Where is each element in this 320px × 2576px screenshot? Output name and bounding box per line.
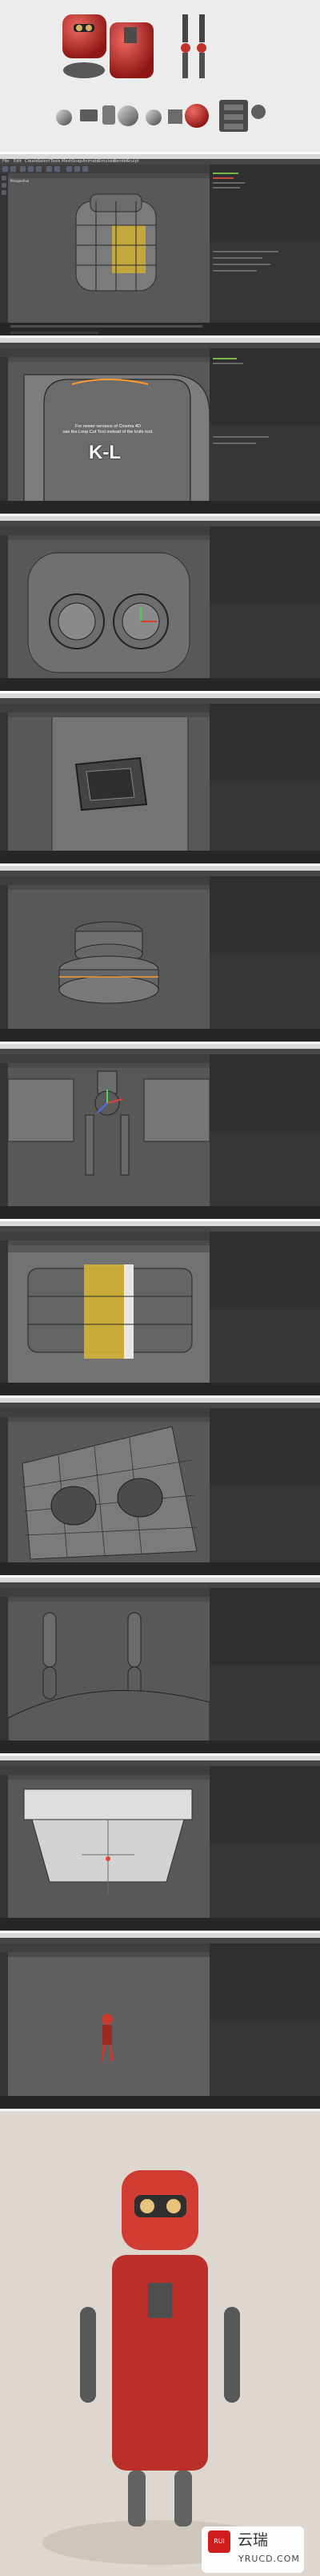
screenshot-6 [0, 1042, 320, 1219]
render-icon[interactable] [46, 166, 52, 172]
pen-icon[interactable] [74, 166, 80, 172]
viewport[interactable] [8, 1775, 210, 1918]
menu-sculpt[interactable]: Sculpt [126, 159, 139, 165]
render-settings-icon[interactable] [54, 166, 60, 172]
viewport[interactable]: Perspective [8, 173, 210, 323]
screenshot-11 [0, 1931, 320, 2109]
scale-icon[interactable] [28, 166, 34, 172]
screenshot-2: For newer versions of Cinema 4D use the … [0, 335, 320, 514]
screenshot-1: File Edit Create Select Tools Mesh Snap … [0, 152, 320, 335]
watermark-badge: RUI [208, 2530, 230, 2553]
red-body [110, 22, 154, 78]
screenshot-3 [0, 514, 320, 691]
move-icon[interactable] [20, 166, 26, 172]
menu-snap[interactable]: Snap [72, 159, 82, 165]
tutorial-collage: { "app": { "title": "CINEMA 4D", "menus"… [0, 0, 320, 2576]
edges-mode-icon[interactable] [2, 183, 6, 188]
red-head [62, 14, 106, 78]
undo-icon[interactable] [2, 166, 8, 172]
viewport[interactable] [8, 1597, 210, 1740]
tip-line-2: use the Loop Cut Tool instead of the kni… [62, 430, 154, 435]
menu-animate[interactable]: Animate [82, 159, 99, 165]
screenshot-10 [0, 1753, 320, 1931]
points-mode-icon[interactable] [2, 176, 6, 181]
viewport[interactable] [8, 712, 210, 851]
redo-icon[interactable] [10, 166, 16, 172]
menu-mesh[interactable]: Mesh [62, 159, 72, 165]
menu-edit[interactable]: Edit [14, 159, 22, 165]
viewport-model [75, 193, 157, 292]
rotate-icon[interactable] [36, 166, 42, 172]
tip-line-1: For newer versions of Cinema 4D [75, 424, 141, 429]
screenshot-4 [0, 691, 320, 863]
attribute-manager[interactable] [210, 243, 320, 323]
menu-create[interactable]: Create [25, 159, 38, 165]
screenshot-7 [0, 1219, 320, 1395]
viewport-header [8, 173, 210, 178]
viewport[interactable] [8, 1952, 210, 2096]
menu-bar: File Edit Create Select Tools Mesh Snap … [0, 159, 320, 165]
viewport[interactable] [8, 1063, 210, 1206]
hero-robot-parts [0, 0, 320, 152]
status-bar [10, 331, 98, 334]
subdivision-icon[interactable] [82, 166, 88, 172]
viewport[interactable] [8, 1240, 210, 1383]
screenshot-9 [0, 1575, 320, 1753]
screenshot-8 [0, 1395, 320, 1575]
right-panels [210, 165, 320, 323]
object-manager[interactable] [210, 165, 320, 240]
cube-icon[interactable] [66, 166, 72, 172]
polygons-mode-icon[interactable] [2, 190, 6, 195]
screenshot-5 [0, 863, 320, 1042]
bottom-bar [0, 323, 320, 335]
left-tools [0, 173, 8, 323]
timeline[interactable] [10, 325, 202, 327]
menu-select[interactable]: Select [38, 159, 50, 165]
viewport[interactable] [8, 535, 210, 678]
menu-tools[interactable]: Tools [50, 159, 60, 165]
watermark-cn: 云瑞 [238, 2531, 269, 2549]
viewport[interactable] [8, 885, 210, 1029]
final-render: RUI 云瑞 YRUCD.COM [0, 2109, 320, 2576]
viewport-label: Perspective [10, 179, 30, 183]
watermark-en: YRUCD.COM [238, 2554, 300, 2564]
shortcut-label: K-L [89, 442, 121, 463]
watermark: RUI 云瑞 YRUCD.COM [202, 2526, 304, 2573]
robot-parts-image [0, 0, 320, 152]
menu-simulate[interactable]: Simulate [98, 159, 115, 165]
viewport[interactable]: For newer versions of Cinema 4D use the … [8, 357, 210, 501]
menu-file[interactable]: File [2, 159, 9, 165]
viewport[interactable] [8, 1417, 210, 1562]
